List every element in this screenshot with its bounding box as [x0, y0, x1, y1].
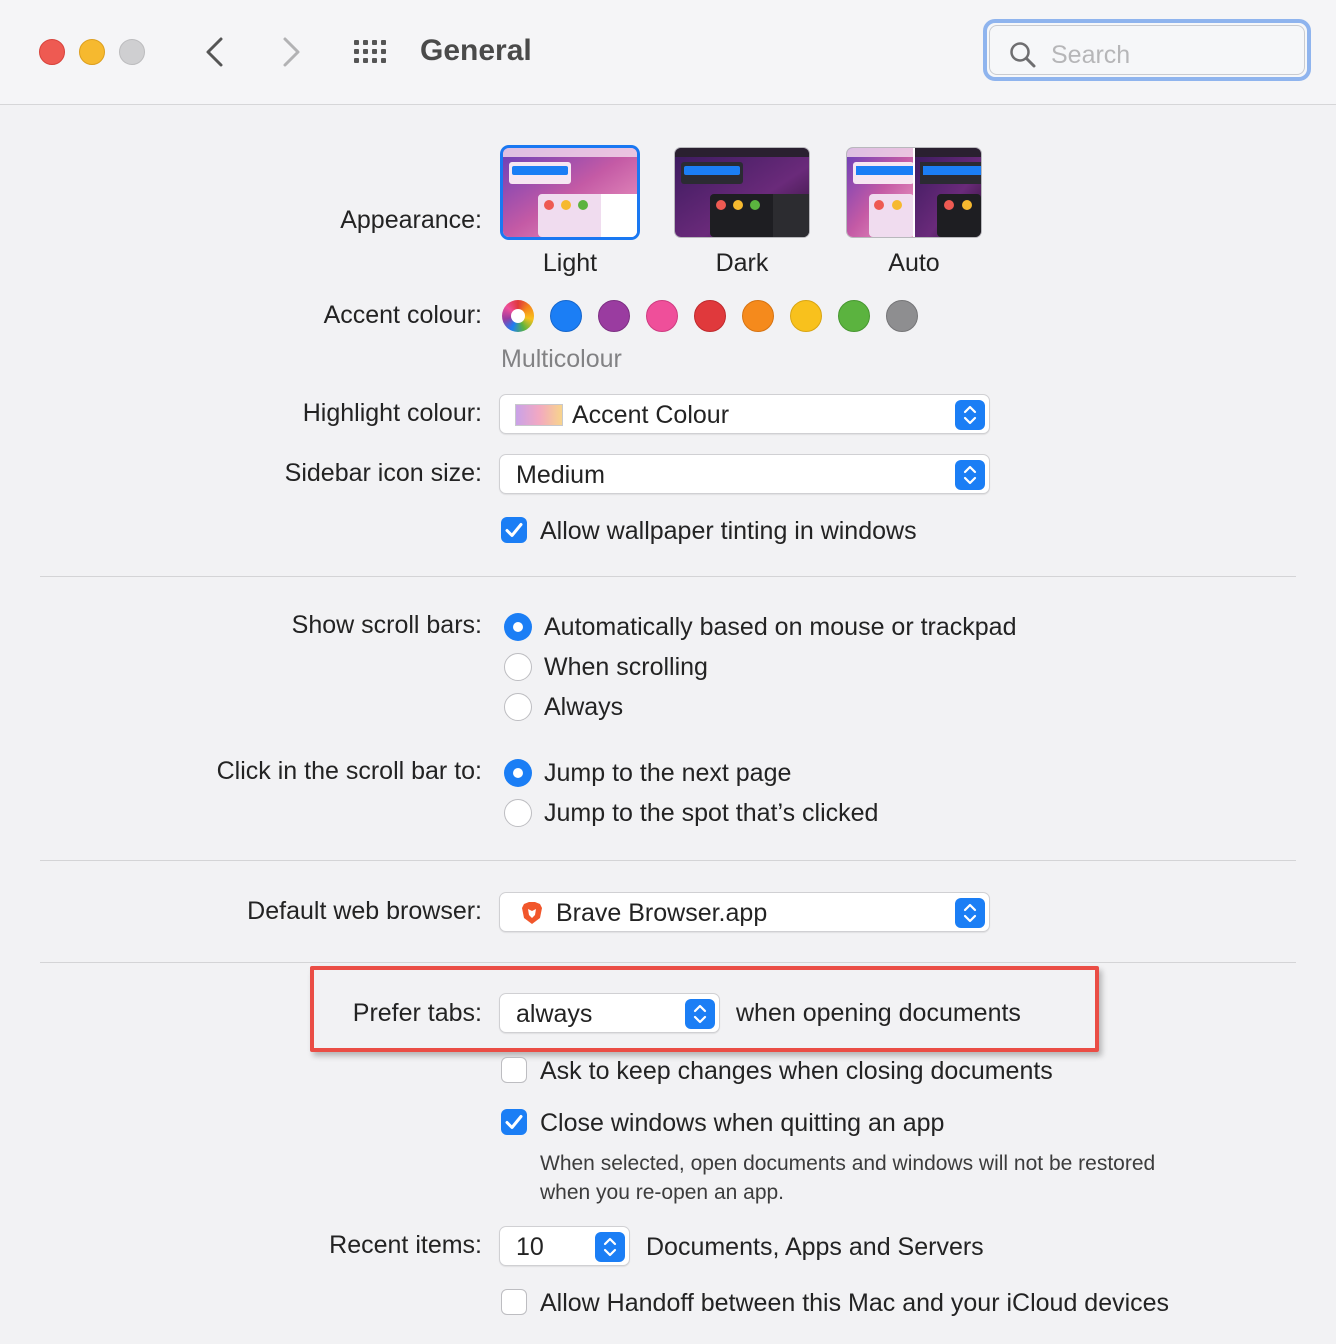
ask-keep-changes-label: Ask to keep changes when closing documen…	[540, 1057, 1053, 1085]
highlight-colour-stepper[interactable]	[955, 400, 985, 430]
prefer-tabs-stepper[interactable]	[685, 999, 715, 1029]
up-down-chevron-icon	[963, 903, 977, 923]
click-spot-clicked-label: Jump to the spot that’s clicked	[544, 799, 879, 827]
click-next-page-radio[interactable]	[504, 759, 532, 787]
sidebar-icon-size-popup[interactable]: Medium	[499, 454, 990, 494]
default-browser-label: Default web browser:	[247, 897, 482, 925]
default-browser-popup[interactable]: Brave Browser.app	[499, 892, 990, 932]
separator	[40, 860, 1296, 861]
scroll-bars-automatic-label: Automatically based on mouse or trackpad	[544, 613, 1017, 641]
accent-pink-swatch[interactable]	[646, 300, 678, 332]
recent-items-value: 10	[516, 1233, 544, 1261]
appearance-light-label: Light	[542, 249, 598, 277]
default-browser-stepper[interactable]	[955, 898, 985, 928]
separator	[40, 576, 1296, 577]
show-scroll-bars-label: Show scroll bars:	[291, 611, 482, 639]
wallpaper-tinting-label: Allow wallpaper tinting in windows	[540, 517, 917, 545]
ask-keep-changes-checkbox[interactable]	[501, 1057, 527, 1083]
recent-items-popup[interactable]: 10	[499, 1226, 630, 1266]
up-down-chevron-icon	[603, 1237, 617, 1257]
recent-items-stepper[interactable]	[595, 1232, 625, 1262]
close-windows-help-line-2: when you re-open an app.	[540, 1181, 785, 1204]
appearance-dark-thumbnail[interactable]	[675, 148, 809, 237]
appearance-label: Appearance:	[340, 206, 482, 234]
zoom-window-button[interactable]	[119, 39, 145, 65]
appearance-light-thumbnail[interactable]	[503, 148, 637, 237]
sidebar-icon-size-value: Medium	[516, 461, 605, 489]
accent-graphite-swatch[interactable]	[886, 300, 918, 332]
click-scroll-bar-label: Click in the scroll bar to:	[216, 757, 482, 785]
up-down-chevron-icon	[963, 405, 977, 425]
accent-red-swatch[interactable]	[694, 300, 726, 332]
window-toolbar: General Search	[0, 0, 1336, 105]
close-windows-label: Close windows when quitting an app	[540, 1109, 945, 1137]
accent-blue-swatch[interactable]	[550, 300, 582, 332]
wallpaper-tinting-checkbox[interactable]	[501, 517, 527, 543]
window-title: General	[420, 34, 532, 67]
accent-colour-label: Accent colour:	[323, 301, 482, 329]
sidebar-icon-size-label: Sidebar icon size:	[284, 459, 482, 487]
sidebar-icon-size-stepper[interactable]	[955, 460, 985, 490]
recent-items-suffix: Documents, Apps and Servers	[646, 1233, 984, 1261]
prefer-tabs-label: Prefer tabs:	[352, 999, 482, 1027]
appearance-auto-thumbnail[interactable]	[847, 148, 981, 237]
search-field[interactable]: Search	[983, 19, 1311, 81]
scroll-bars-when-scrolling-radio[interactable]	[504, 653, 532, 681]
dark-appearance-preview-icon	[675, 148, 809, 237]
up-down-chevron-icon	[693, 1004, 707, 1024]
scroll-bars-automatic-radio[interactable]	[504, 613, 532, 641]
close-windows-checkbox[interactable]	[501, 1109, 527, 1135]
show-all-grid-icon[interactable]	[352, 38, 392, 66]
accent-purple-swatch[interactable]	[598, 300, 630, 332]
accent-green-swatch[interactable]	[838, 300, 870, 332]
prefer-tabs-popup[interactable]: always	[499, 993, 720, 1033]
accent-orange-swatch[interactable]	[742, 300, 774, 332]
light-appearance-preview-icon	[503, 148, 637, 237]
recent-items-label: Recent items:	[329, 1231, 482, 1259]
close-window-button[interactable]	[39, 39, 65, 65]
magnifying-glass-icon	[1010, 42, 1036, 68]
prefer-tabs-suffix: when opening documents	[736, 999, 1021, 1027]
separator	[40, 962, 1296, 963]
minimize-window-button[interactable]	[79, 39, 105, 65]
highlight-colour-value: Accent Colour	[572, 401, 730, 429]
click-spot-clicked-radio[interactable]	[504, 799, 532, 827]
forward-chevron-icon[interactable]	[279, 36, 303, 68]
handoff-label: Allow Handoff between this Mac and your …	[540, 1289, 1170, 1317]
scroll-bars-always-radio[interactable]	[504, 693, 532, 721]
scroll-bars-always-label: Always	[544, 693, 624, 721]
highlight-colour-popup[interactable]: Accent Colour	[499, 394, 990, 434]
brave-lion-icon	[522, 902, 542, 924]
search-placeholder: Search	[1051, 41, 1131, 69]
highlight-colour-label: Highlight colour:	[302, 399, 482, 427]
scroll-bars-when-scrolling-label: When scrolling	[544, 653, 708, 681]
click-next-page-label: Jump to the next page	[544, 759, 792, 787]
prefer-tabs-value: always	[516, 1000, 593, 1028]
highlight-colour-preview-icon	[515, 404, 563, 426]
appearance-dark-label: Dark	[715, 249, 769, 277]
checkmark-icon	[505, 1115, 523, 1129]
close-windows-help-line-1: When selected, open documents and window…	[540, 1152, 1156, 1175]
up-down-chevron-icon	[963, 465, 977, 485]
back-chevron-icon[interactable]	[203, 36, 227, 68]
accent-selected-name: Multicolour	[501, 345, 622, 373]
accent-yellow-swatch[interactable]	[790, 300, 822, 332]
auto-appearance-preview-icon	[847, 148, 981, 237]
checkmark-icon	[505, 523, 523, 537]
handoff-checkbox[interactable]	[501, 1289, 527, 1315]
default-browser-value: Brave Browser.app	[556, 899, 768, 927]
appearance-auto-label: Auto	[888, 249, 940, 277]
accent-multicolour-swatch[interactable]	[502, 300, 534, 332]
